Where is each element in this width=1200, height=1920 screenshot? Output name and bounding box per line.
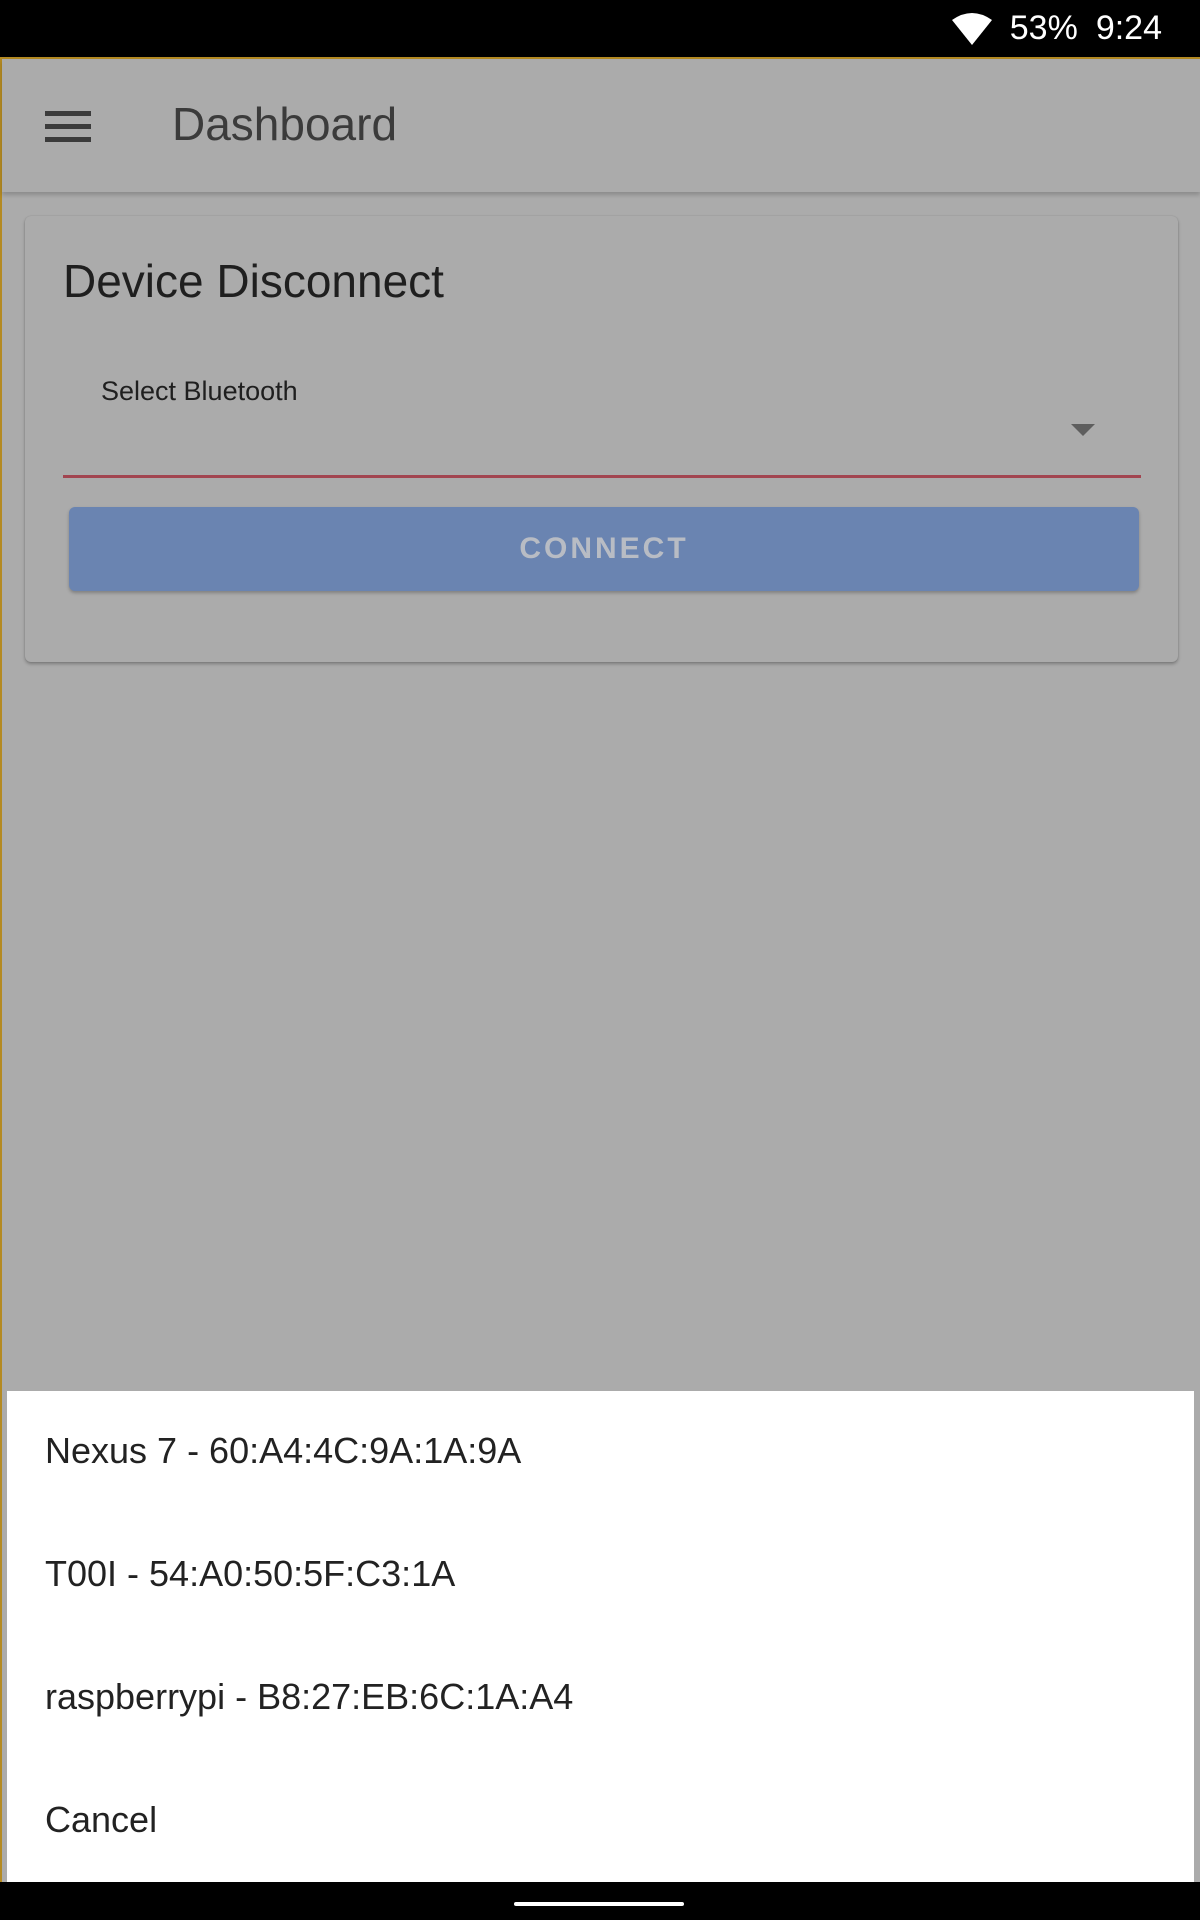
- status-bar-right: 53% 9:24: [951, 0, 1162, 57]
- toolbar: Dashboard: [2, 59, 1200, 192]
- clock: 9:24: [1095, 9, 1162, 47]
- menu-icon[interactable]: [45, 111, 91, 143]
- dropdown-arrow-icon: [1071, 424, 1095, 436]
- device-option-raspberrypi[interactable]: raspberrypi - B8:27:EB:6C:1A:A4: [45, 1637, 1145, 1757]
- device-option-t00i[interactable]: T00I - 54:A0:50:5F:C3:1A: [45, 1514, 1145, 1634]
- cancel-option[interactable]: Cancel: [45, 1760, 1145, 1880]
- navigation-bar: [0, 1882, 1200, 1920]
- device-option-nexus-7[interactable]: Nexus 7 - 60:A4:4C:9A:1A:9A: [45, 1391, 1145, 1511]
- wifi-icon: [951, 12, 992, 45]
- bluetooth-device-sheet: Nexus 7 - 60:A4:4C:9A:1A:9A T00I - 54:A0…: [7, 1391, 1194, 1882]
- page-title: Dashboard: [172, 98, 398, 150]
- card-title: Device Disconnect: [63, 255, 444, 307]
- device-disconnect-card: Device Disconnect Select Bluetooth CONNE…: [25, 216, 1178, 662]
- select-underline: [63, 475, 1141, 478]
- home-handle[interactable]: [514, 1902, 684, 1906]
- bluetooth-select-label: Select Bluetooth: [101, 376, 298, 406]
- connect-button[interactable]: CONNECT: [69, 507, 1139, 591]
- bluetooth-select[interactable]: Select Bluetooth: [63, 366, 1141, 478]
- status-bar: 53% 9:24: [0, 0, 1200, 57]
- battery-percent: 53%: [1009, 9, 1078, 47]
